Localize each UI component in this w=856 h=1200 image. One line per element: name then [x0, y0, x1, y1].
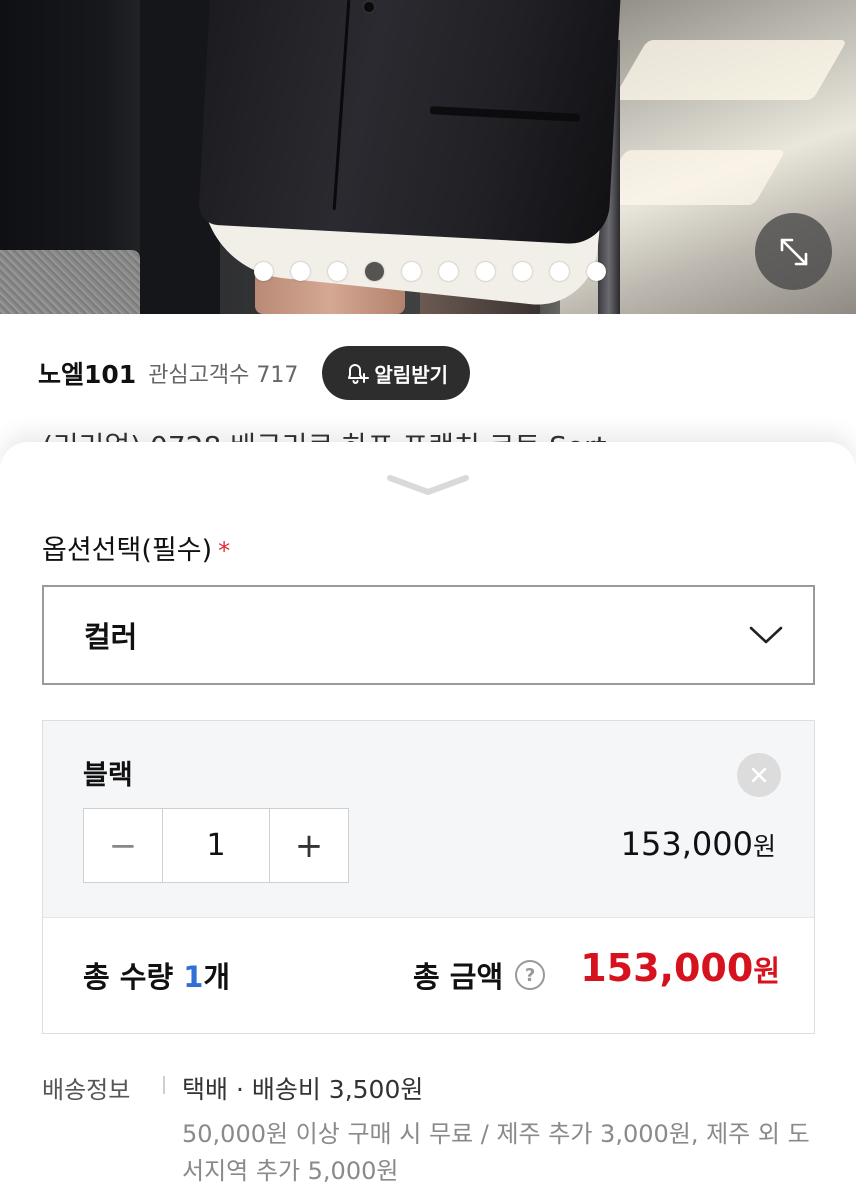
- total-amount-label: 총 금액: [413, 960, 504, 994]
- total-quantity: 총 수량 1개: [83, 954, 230, 996]
- photo-blazer: [198, 0, 622, 246]
- chevron-down-icon: [749, 626, 783, 644]
- seller-name[interactable]: 노엘101: [38, 355, 136, 391]
- carousel-dot[interactable]: [365, 262, 384, 281]
- help-icon[interactable]: ?: [515, 960, 546, 990]
- photo-blazer-button: [362, 0, 376, 14]
- shipping-method: 택배 · 배송비 3,500원: [182, 1075, 424, 1104]
- option-bottom-sheet: 옵션선택(필수)* 컬러 블랙 − 1 + 153,000원 총 수량 1개: [0, 442, 856, 1200]
- total-amount-unit: 원: [753, 954, 780, 988]
- fans-count: 717: [256, 363, 299, 388]
- shipping-note: 50,000원 이상 구매 시 무료 / 제주 추가 3,000원, 제주 외 …: [182, 1120, 810, 1185]
- carousel-dot[interactable]: [476, 262, 495, 281]
- total-quantity-value: 1: [183, 960, 204, 994]
- carousel-dots: [254, 262, 606, 281]
- selected-option-box: 블랙 − 1 + 153,000원 총 수량 1개 총 금액 ? 153,000…: [42, 720, 815, 1034]
- option-label-text: 옵션선택(필수): [42, 535, 213, 566]
- option-price: 153,000원: [621, 825, 776, 863]
- option-price-unit: 원: [752, 832, 776, 861]
- bell-plus-icon: [348, 364, 370, 384]
- carousel-dot[interactable]: [439, 262, 458, 281]
- fans-label: 관심고객수: [148, 363, 250, 388]
- quantity-stepper: − 1 +: [83, 808, 349, 883]
- total-quantity-unit: 개: [203, 960, 231, 994]
- shipping-divider: [146, 1076, 182, 1098]
- shipping-label: 배송정보: [42, 1076, 131, 1104]
- select-value: 컬러: [84, 620, 138, 654]
- photo-sunlight: [594, 150, 786, 205]
- remove-option-button[interactable]: [737, 753, 781, 797]
- total-amount-value: 153,000: [580, 946, 754, 990]
- option-label: 옵션선택(필수) *: [42, 528, 230, 567]
- total-amount: 153,000원: [580, 946, 780, 990]
- product-image[interactable]: [0, 0, 856, 314]
- carousel-dot[interactable]: [328, 262, 347, 281]
- total-amount-label-group: 총 금액 ?: [413, 954, 546, 996]
- required-mark: *: [218, 537, 231, 565]
- carousel-dot[interactable]: [402, 262, 421, 281]
- quantity-decrease-button[interactable]: −: [84, 809, 162, 882]
- notify-button-label: 알림받기: [374, 362, 448, 387]
- carousel-dot[interactable]: [291, 262, 310, 281]
- selected-option-name: 블랙: [83, 760, 133, 791]
- photo-bench: [0, 250, 140, 314]
- expand-image-button[interactable]: [755, 213, 832, 290]
- carousel-dot[interactable]: [513, 262, 532, 281]
- quantity-increase-button[interactable]: +: [270, 809, 348, 882]
- chevron-down-handle-icon[interactable]: [384, 472, 472, 498]
- option-price-value: 153,000: [620, 825, 753, 863]
- expand-arrows-icon: [780, 238, 807, 265]
- quantity-value[interactable]: 1: [162, 809, 270, 882]
- color-select[interactable]: 컬러: [42, 585, 815, 685]
- close-icon: [751, 767, 767, 783]
- total-quantity-label: 총 수량: [83, 960, 184, 994]
- carousel-dot[interactable]: [587, 262, 606, 281]
- notify-button[interactable]: 알림받기: [322, 346, 470, 400]
- total-row: 총 수량 1개 총 금액 ? 153,000원: [43, 917, 814, 1033]
- photo-sunlight: [612, 40, 848, 100]
- carousel-dot[interactable]: [550, 262, 569, 281]
- shipping-info: 배송정보 택배 · 배송비 3,500원 50,000원 이상 구매 시 무료 …: [42, 1070, 822, 1190]
- seller-row: 노엘101 관심고객수 717 알림받기: [38, 346, 470, 400]
- seller-fans: 관심고객수 717: [148, 357, 298, 389]
- carousel-dot[interactable]: [254, 262, 273, 281]
